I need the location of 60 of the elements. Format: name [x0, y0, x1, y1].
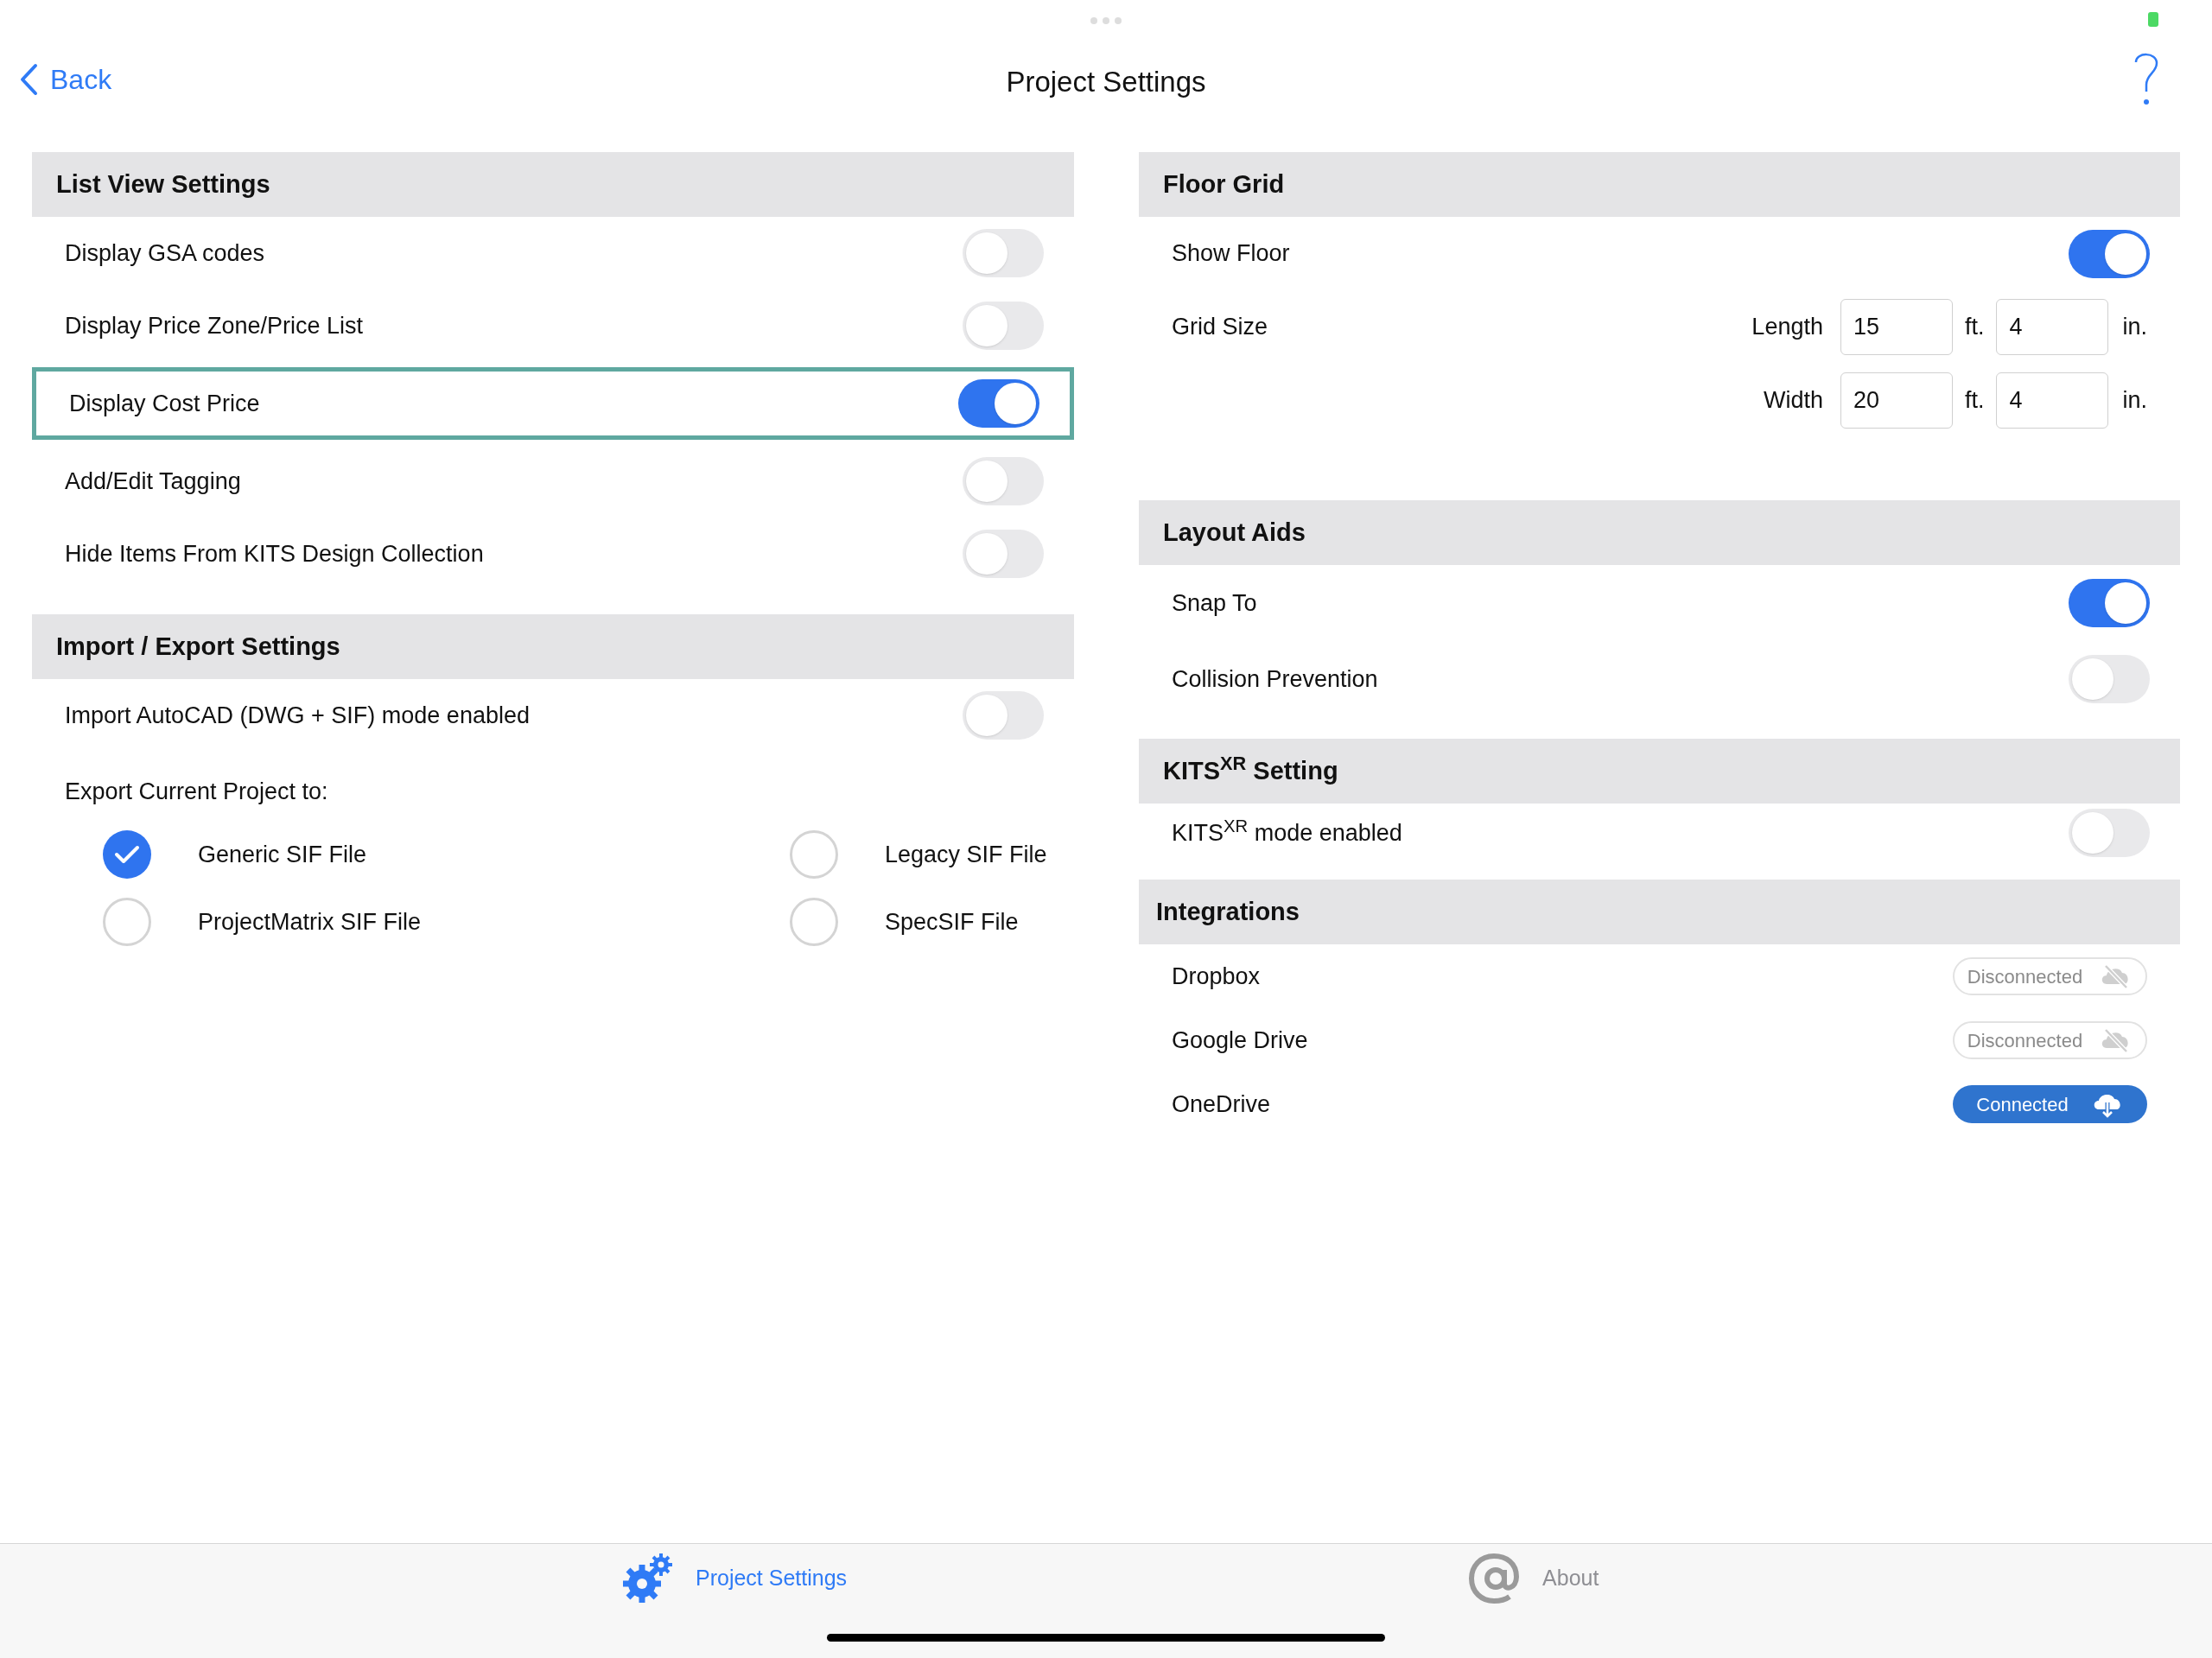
unit-label: ft. [1964, 313, 1985, 342]
radio-button[interactable] [790, 898, 838, 946]
setting-label: Google Drive [1172, 1026, 1308, 1055]
toggle-switch[interactable] [2069, 809, 2150, 857]
section-header: KITS$^{XR}$ Setting [1139, 739, 2180, 804]
section-header: Floor Grid [1139, 152, 2180, 217]
setting-label: Import AutoCAD (DWG + SIF) mode enabled [65, 701, 530, 730]
setting-label: Hide Items From KITS Design Collection [65, 539, 484, 569]
toggle-switch[interactable] [963, 530, 1044, 578]
back-button[interactable]: Back [19, 59, 112, 100]
radio-label: Legacy SIF File [885, 840, 1047, 869]
setting-label: Show Floor [1172, 239, 1290, 269]
tab[interactable]: About [1468, 1553, 1599, 1604]
field-label: Length [1751, 313, 1823, 342]
back-chevron-icon [19, 63, 38, 96]
checkmark-icon [114, 844, 140, 865]
feet-input-field[interactable]: 20 [1840, 372, 1953, 429]
toggle-switch[interactable] [963, 229, 1044, 277]
battery-icon [2148, 12, 2158, 27]
setting-label: OneDrive [1172, 1089, 1271, 1119]
feet-input-field[interactable]: 15 [1840, 299, 1953, 355]
setting-label: Display Price Zone/Price List [65, 311, 364, 340]
section-header: Integrations [1139, 880, 2180, 944]
unit-label: ft. [1964, 386, 1985, 416]
connection-status-button[interactable]: Disconnected [1953, 957, 2147, 995]
connection-status-button[interactable]: Disconnected [1953, 1021, 2147, 1059]
radio-label: SpecSIF File [885, 907, 1019, 937]
radio-label: Generic SIF File [198, 840, 367, 869]
toggle-switch[interactable] [2069, 579, 2150, 627]
setting-label: Display GSA codes [65, 238, 265, 268]
setting-label: Display Cost Price [69, 389, 260, 418]
radio-button[interactable] [103, 898, 151, 946]
radio-label: ProjectMatrix SIF File [198, 907, 422, 937]
toggle-switch[interactable] [963, 691, 1044, 740]
section-header: Layout Aids [1139, 500, 2180, 565]
inches-input-field[interactable]: 4 [1996, 372, 2109, 429]
unit-label: in. [2122, 386, 2147, 416]
setting-label: Snap To [1172, 588, 1257, 618]
tab[interactable]: Project Settings [620, 1553, 848, 1604]
connection-status-button[interactable]: Connected [1953, 1085, 2147, 1123]
unit-label: in. [2122, 313, 2147, 342]
section-header: Import / Export Settings [32, 614, 1074, 679]
toggle-switch[interactable] [958, 379, 1039, 428]
page-title: Project Settings [1006, 65, 1206, 99]
multitasking-dots-icon[interactable] [1090, 17, 1122, 24]
setting-label: Add/Edit Tagging [65, 467, 241, 496]
field-label: Width [1763, 386, 1823, 416]
toggle-switch[interactable] [963, 302, 1044, 350]
toggle-switch[interactable] [2069, 655, 2150, 703]
setting-label: KITS$^{XR}$ mode enabled [1172, 815, 1402, 848]
at-sign-icon [1468, 1553, 1521, 1604]
inches-input-field[interactable]: 4 [1996, 299, 2109, 355]
setting-label: Dropbox [1172, 962, 1261, 991]
setting-label: Grid Size [1172, 314, 1268, 340]
setting-label: Collision Prevention [1172, 664, 1378, 694]
radio-button[interactable] [790, 830, 838, 879]
radio-button[interactable] [103, 830, 151, 879]
toggle-switch[interactable] [963, 457, 1044, 505]
section-caption: Export Current Project to: [65, 777, 328, 806]
section-header: List View Settings [32, 152, 1074, 217]
